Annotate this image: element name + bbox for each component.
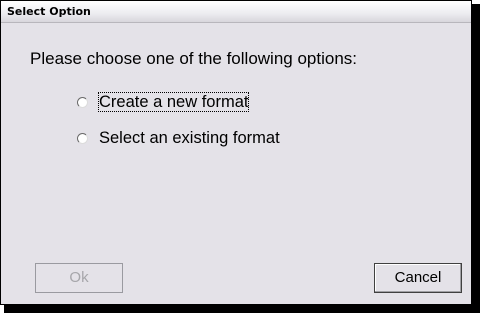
radio-button-select-existing[interactable] xyxy=(77,132,88,144)
dialog-prompt: Please choose one of the following optio… xyxy=(30,49,358,68)
select-option-dialog: Select Option Please choose one of the f… xyxy=(0,0,472,305)
dialog-title[interactable]: Select Option xyxy=(1,1,471,23)
radio-button-create-new[interactable] xyxy=(77,96,88,108)
cancel-button[interactable]: Cancel xyxy=(374,263,462,293)
ok-button[interactable]: Ok xyxy=(35,263,123,293)
option-label[interactable]: Select an existing format xyxy=(99,129,280,147)
option-select-existing-format[interactable]: Select an existing format xyxy=(77,127,280,149)
option-label[interactable]: Create a new format xyxy=(97,92,250,112)
option-create-new-format[interactable]: Create a new format xyxy=(77,91,250,113)
window-shadow xyxy=(472,4,480,309)
window-shadow xyxy=(4,305,480,313)
